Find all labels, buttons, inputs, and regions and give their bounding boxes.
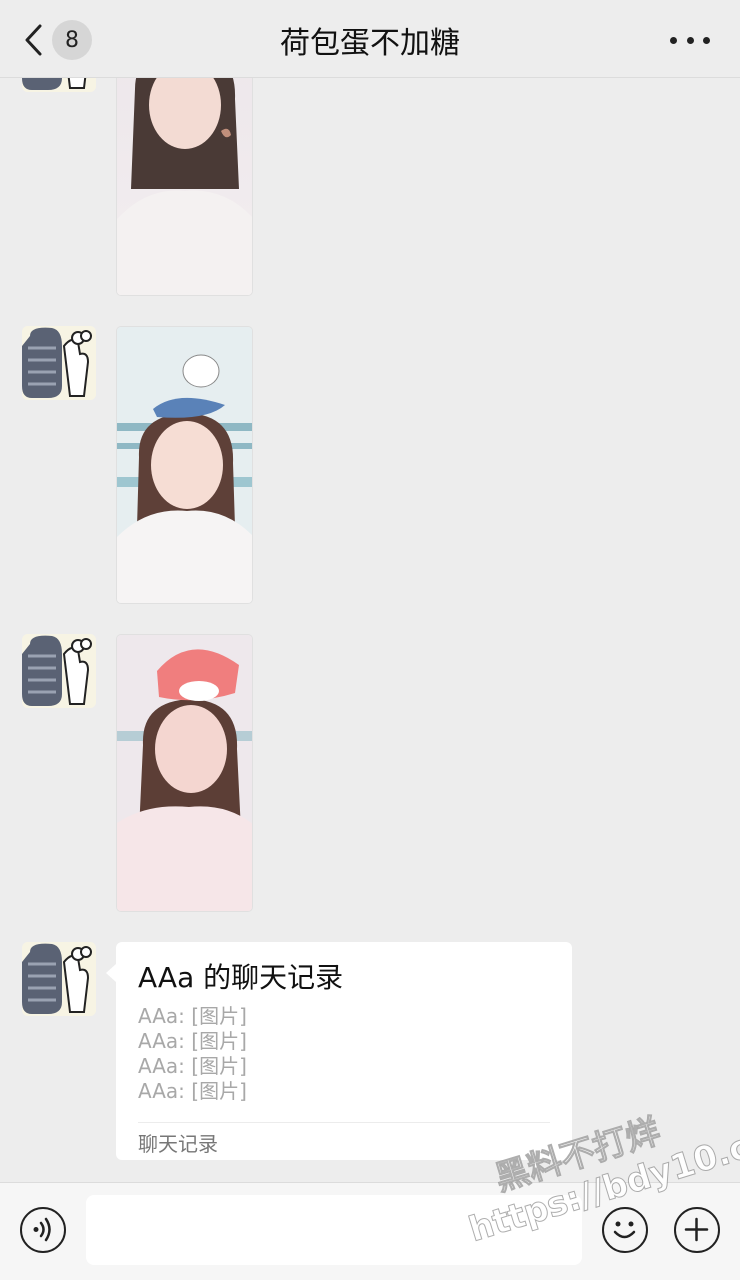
input-toolbar (0, 1182, 740, 1280)
chat-title: 荷包蛋不加糖 (280, 26, 460, 61)
voice-icon (33, 1217, 51, 1242)
avatar-cartoon-image (22, 942, 96, 1016)
divider (138, 1122, 550, 1123)
avatar-cartoon-image (22, 634, 96, 708)
voice-input-button[interactable] (20, 1207, 66, 1253)
more-dot-icon (703, 36, 710, 44)
chat-record-card[interactable]: AAa 的聊天记录 AAa: [图片] AAa: [图片] AAa: [图片] … (106, 942, 572, 1160)
emoji-button[interactable] (602, 1207, 648, 1253)
image-message-thumbnail[interactable] (116, 326, 253, 604)
avatar[interactable] (22, 634, 96, 708)
avatar[interactable] (22, 942, 96, 1016)
chat-record-line: AAa: [图片] (138, 1029, 247, 1053)
chat-record-line: AAa: [图片] (138, 1004, 247, 1028)
chat-record-line: AAa: [图片] (138, 1079, 247, 1103)
more-dot-icon (670, 36, 677, 44)
more-options-button[interactable] (670, 28, 710, 52)
chat-record-footer: 聊天记录 (138, 1132, 218, 1156)
chat-record-title: AAa 的聊天记录 (138, 961, 344, 994)
chat-record-line: AAa: [图片] (138, 1054, 247, 1078)
plus-icon (684, 1217, 709, 1242)
more-functions-button[interactable] (674, 1207, 720, 1253)
smiley-icon (613, 1221, 636, 1239)
more-dot-icon (686, 36, 694, 44)
avatar[interactable] (22, 326, 96, 400)
image-message-thumbnail[interactable] (116, 634, 253, 912)
avatar-cartoon-image (22, 326, 96, 400)
message-input[interactable] (86, 1195, 582, 1265)
chat-header: 8 荷包蛋不加糖 (0, 0, 740, 78)
